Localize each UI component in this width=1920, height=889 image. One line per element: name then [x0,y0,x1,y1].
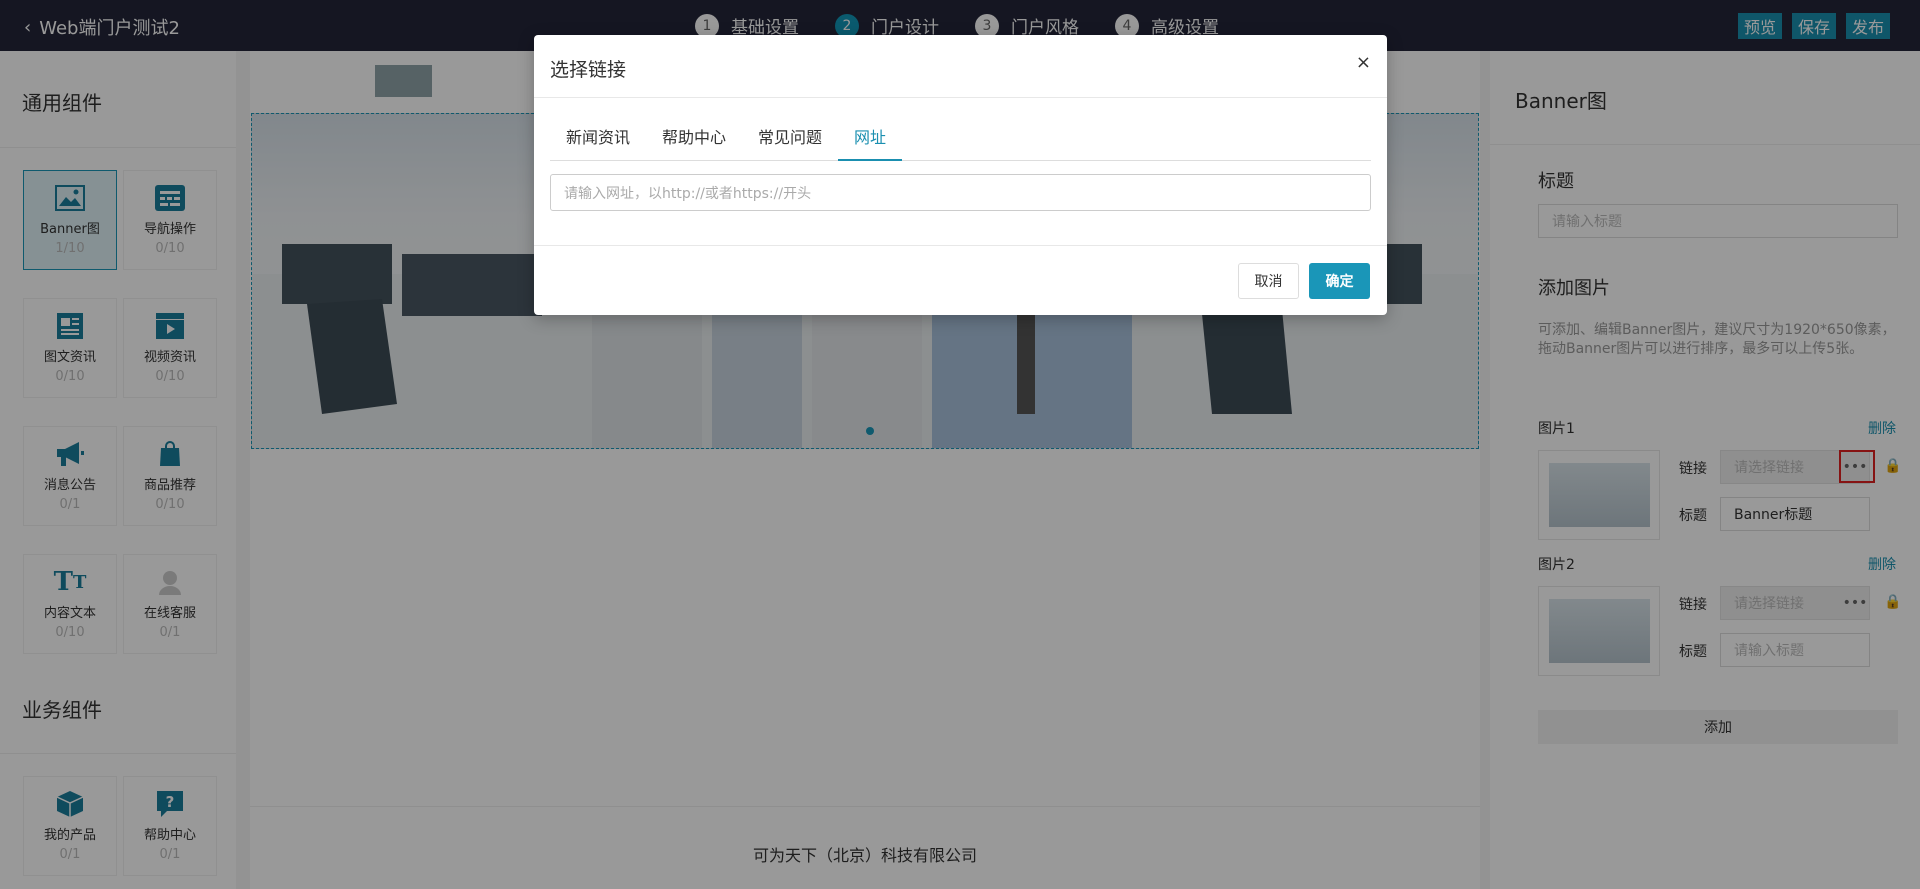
link-type-tabs: 新闻资讯 帮助中心 常见问题 网址 [550,127,1371,161]
cancel-button[interactable]: 取消 [1238,263,1299,299]
close-icon[interactable]: × [1356,52,1371,73]
dialog-title: 选择链接 [550,59,627,81]
tab-news[interactable]: 新闻资讯 [550,127,646,161]
dialog-footer-divider [534,245,1387,246]
select-link-dialog: 选择链接 × 新闻资讯 帮助中心 常见问题 网址 请输入网址，以http://或… [534,35,1387,315]
tab-url[interactable]: 网址 [838,127,903,161]
dialog-divider [534,97,1387,98]
tab-help-center[interactable]: 帮助中心 [646,127,742,161]
tab-faq[interactable]: 常见问题 [742,127,838,161]
confirm-button[interactable]: 确定 [1309,263,1370,299]
url-input[interactable]: 请输入网址，以http://或者https://开头 [550,174,1371,211]
